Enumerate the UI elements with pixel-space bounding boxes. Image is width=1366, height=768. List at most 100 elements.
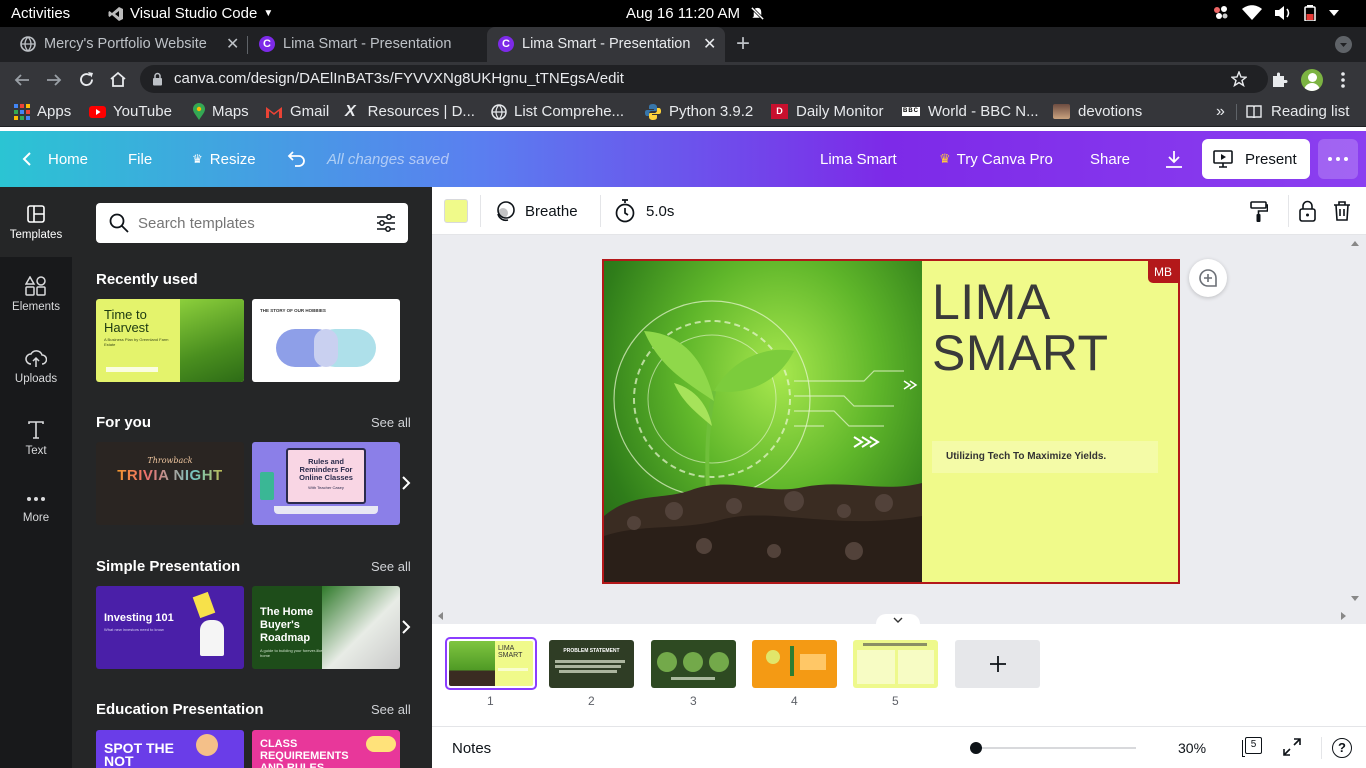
bookmark-python[interactable]: Python 3.9.2 [645, 96, 753, 127]
fullscreen-expand-icon[interactable] [1283, 738, 1301, 756]
collaborator-badge[interactable]: MB [1148, 261, 1178, 283]
tab-portfolio[interactable]: Mercy's Portfolio Website ✕ [8, 27, 246, 62]
badge-shape [366, 736, 396, 752]
slide-canvas[interactable]: LIMA SMART Utilizing Tech To Maximize Yi… [602, 259, 1180, 584]
extensions-puzzle-icon[interactable] [1271, 71, 1288, 88]
bookmark-list-comprehension[interactable]: List Comprehe... [491, 96, 624, 127]
bookmarks-overflow-button[interactable]: » [1216, 96, 1225, 127]
template-trivia-night[interactable]: Throwback TRIVIA NIGHT [96, 442, 244, 525]
slide-photo-sprout[interactable] [604, 261, 922, 582]
slide-title[interactable]: LIMA SMART [932, 277, 1109, 379]
bookmark-daily-monitor[interactable]: D Daily Monitor [771, 96, 884, 127]
reading-list-button[interactable]: Reading list [1246, 96, 1349, 127]
add-comment-button[interactable] [1189, 259, 1227, 297]
filter-sliders-icon[interactable] [376, 213, 396, 233]
search-templates-box[interactable] [96, 203, 408, 243]
close-tab-icon[interactable]: ✕ [703, 34, 716, 54]
copy-style-paint-roller-icon[interactable] [1250, 201, 1268, 223]
more-options-button[interactable] [1318, 139, 1358, 179]
rail-text[interactable]: Text [0, 403, 72, 473]
back-arrow-icon[interactable] [14, 72, 30, 88]
zoom-percentage[interactable]: 30% [1178, 740, 1206, 756]
template-time-to-harvest[interactable]: Time to Harvest A Business Plan by Green… [96, 299, 244, 382]
section-title-education-presentation: Education Presentation [96, 701, 264, 718]
page-grid-button[interactable]: 5 [1242, 737, 1262, 757]
template-spot-the-not[interactable]: SPOT THE NOT [96, 730, 244, 768]
close-tab-icon[interactable]: ✕ [226, 34, 239, 54]
add-page-button[interactable] [955, 640, 1040, 688]
new-tab-button[interactable]: + [736, 30, 750, 58]
page-thumb-5[interactable] [853, 640, 938, 688]
zoom-slider-handle[interactable] [970, 742, 982, 754]
project-title[interactable]: Lima Smart [820, 131, 897, 187]
lock-icon[interactable] [1299, 200, 1316, 222]
bookmark-label: World - BBC N... [928, 103, 1039, 120]
forward-arrow-icon[interactable] [46, 72, 62, 88]
trash-icon[interactable] [1333, 201, 1351, 221]
animation-breathe-icon [497, 201, 515, 222]
scroll-right-arrow-icon[interactable] [1340, 611, 1348, 621]
collapse-pages-handle[interactable] [876, 614, 920, 626]
tab-search-button[interactable] [1335, 36, 1352, 53]
system-tray[interactable] [1212, 5, 1340, 21]
background-color-swatch[interactable] [444, 199, 468, 223]
bookmark-devotions[interactable]: devotions [1053, 96, 1142, 127]
rail-more[interactable]: More [0, 475, 72, 545]
page-thumb-3[interactable] [651, 640, 736, 688]
page-3-text-line [671, 677, 715, 680]
template-class-requirements[interactable]: CLASS REQUIREMENTS AND RULES [252, 730, 400, 768]
page-thumb-2[interactable]: PROBLEM STATEMENT [549, 640, 634, 688]
app-menu[interactable]: Visual Studio Code ▼ [108, 5, 273, 22]
rail-label: Text [25, 444, 47, 457]
bookmark-bbc[interactable]: BBC World - BBC N... [902, 96, 1039, 127]
bookmark-star-icon[interactable] [1231, 71, 1247, 87]
clock[interactable]: Aug 16 11:20 AM [626, 5, 765, 22]
notes-button[interactable]: Notes [452, 740, 491, 757]
scroll-left-arrow-icon[interactable] [436, 611, 444, 621]
bookmark-apps[interactable]: Apps [14, 96, 71, 127]
share-button[interactable]: Share [1090, 131, 1130, 187]
present-label: Present [1245, 150, 1297, 168]
try-canva-pro-button[interactable]: ♛ Try Canva Pro [939, 131, 1053, 187]
search-input[interactable] [138, 211, 358, 235]
page-thumb-4[interactable] [752, 640, 837, 688]
scroll-right-button[interactable] [396, 472, 416, 494]
timing-button[interactable]: 5.0s [614, 199, 674, 223]
scroll-right-button[interactable] [396, 616, 416, 638]
browser-menu-icon[interactable] [1340, 71, 1346, 89]
download-icon[interactable] [1165, 150, 1183, 168]
bookmark-gmail[interactable]: Gmail [266, 96, 329, 127]
slide-subtitle-box[interactable]: Utilizing Tech To Maximize Yields. [932, 441, 1158, 473]
help-question-icon[interactable]: ? [1332, 738, 1352, 758]
template-investing-101[interactable]: Investing 101 What new investors need to… [96, 586, 244, 669]
reload-icon[interactable] [78, 71, 95, 88]
home-button[interactable]: Home [22, 131, 88, 187]
bookmark-resources[interactable]: X Resources | D... [345, 96, 475, 127]
tab-lima-smart-1[interactable]: C Lima Smart - Presentation [248, 27, 486, 62]
template-home-buyers-roadmap[interactable]: The Home Buyer's Roadmap A guide to buil… [252, 586, 400, 669]
undo-icon[interactable] [287, 149, 307, 167]
bookmark-maps[interactable]: Maps [193, 96, 249, 127]
home-icon[interactable] [109, 71, 127, 88]
scroll-down-arrow-icon[interactable] [1350, 595, 1360, 603]
rail-elements[interactable]: Elements [0, 259, 72, 329]
file-menu[interactable]: File [128, 131, 152, 187]
bookmark-youtube[interactable]: YouTube [89, 96, 172, 127]
zoom-slider-track[interactable] [976, 747, 1136, 749]
omnibox[interactable]: canva.com/design/DAElInBAT3s/FYVVXNg8UKH… [140, 65, 1268, 93]
rail-templates[interactable]: Templates [0, 187, 72, 257]
see-all-for-you[interactable]: See all [371, 415, 411, 430]
tab-lima-smart-2-active[interactable]: C Lima Smart - Presentation ✕ [487, 27, 725, 62]
scroll-up-arrow-icon[interactable] [1350, 239, 1360, 247]
present-button[interactable]: Present [1202, 139, 1310, 179]
see-all-education-presentation[interactable]: See all [371, 702, 411, 717]
animate-button[interactable]: Breathe [494, 200, 578, 222]
template-rules-online-classes[interactable]: Rules and Reminders For Online Classes W… [252, 442, 400, 525]
rail-uploads[interactable]: Uploads [0, 331, 72, 401]
template-story-of-hobbies[interactable]: THE STORY OF OUR HOBBIES [252, 299, 400, 382]
profile-avatar[interactable] [1301, 69, 1323, 91]
resize-button[interactable]: ♛ Resize [192, 131, 256, 187]
page-thumb-1[interactable]: LIMA SMART [445, 637, 537, 690]
activities-button[interactable]: Activities [11, 5, 70, 22]
see-all-simple-presentation[interactable]: See all [371, 559, 411, 574]
